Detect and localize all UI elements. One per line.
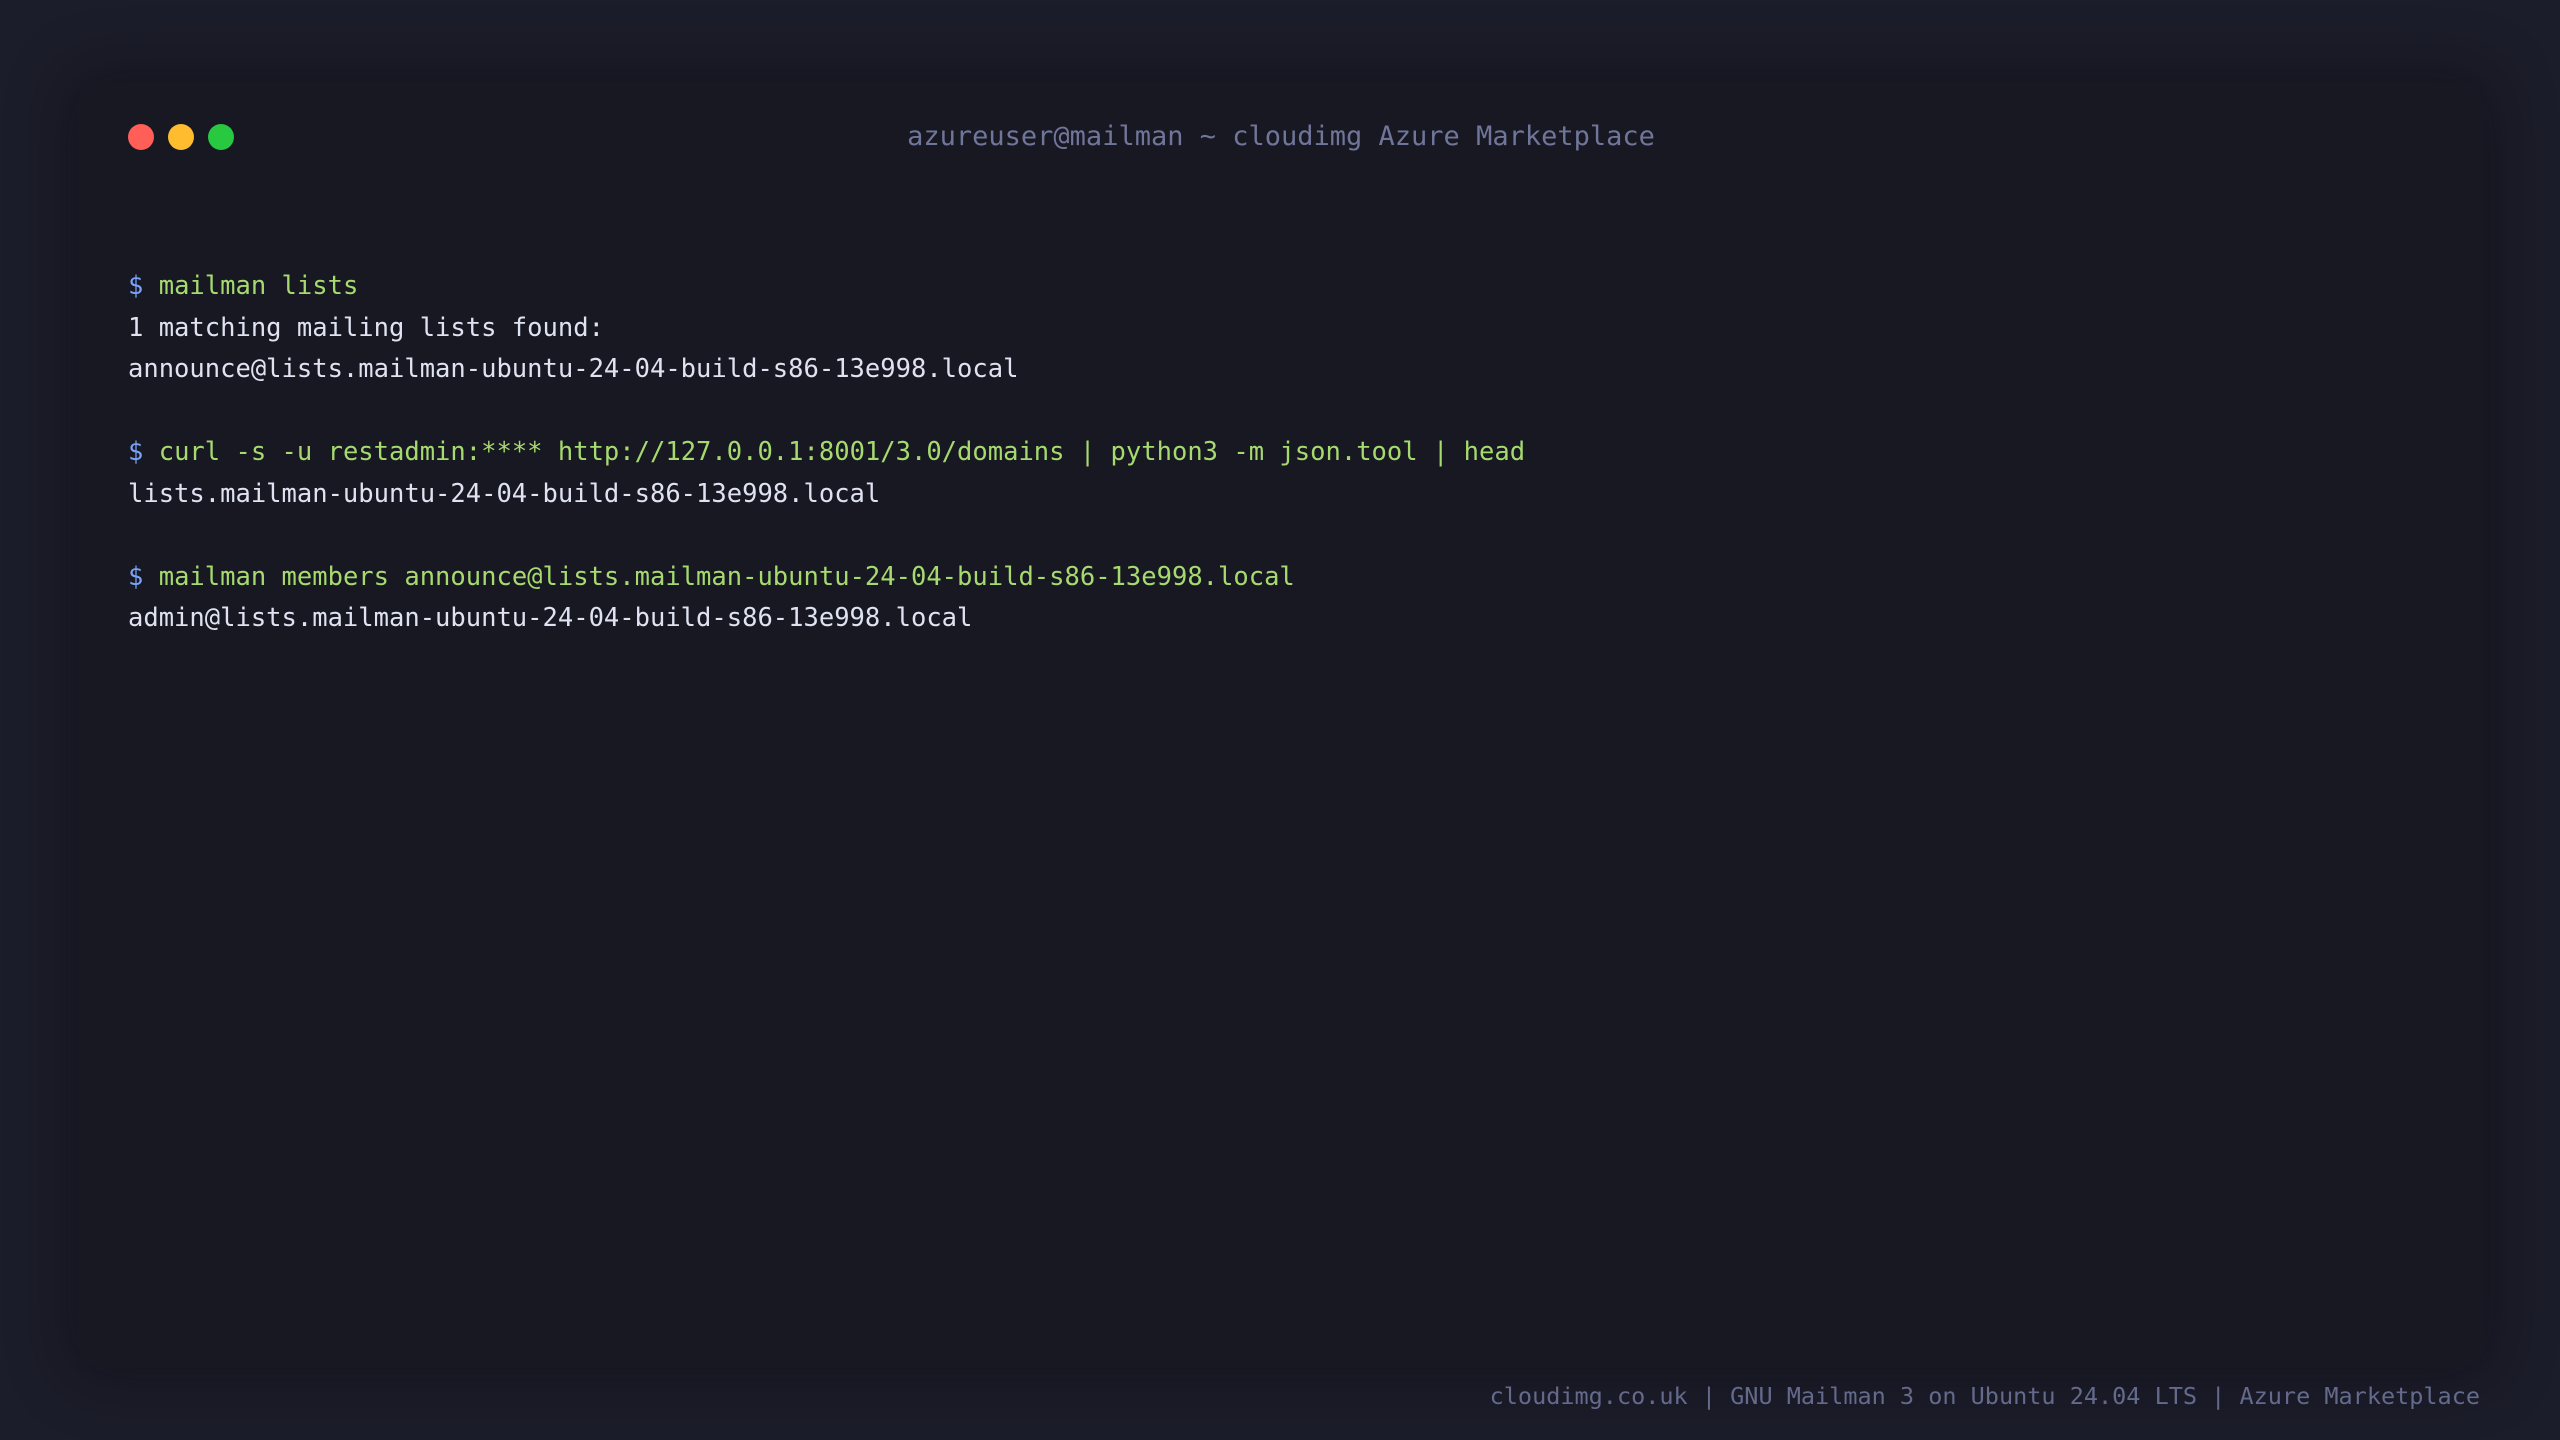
output-line: announce@lists.mailman-ubuntu-24-04-buil… [128, 354, 1019, 384]
terminal-output[interactable]: $ mailman lists 1 matching mailing lists… [128, 266, 2444, 640]
output-line: admin@lists.mailman-ubuntu-24-04-build-s… [128, 603, 973, 633]
output-line: lists.mailman-ubuntu-24-04-build-s86-13e… [128, 478, 881, 509]
footer-caption: cloudimg.co.uk | GNU Mailman 3 on Ubuntu… [1489, 1382, 2480, 1410]
prompt-symbol: $ [128, 271, 144, 301]
prompt-symbol: $ [128, 561, 144, 592]
output-line: 1 matching mailing lists found: [128, 312, 604, 343]
command-text: mailman members announce@lists.mailman-u… [158, 561, 1295, 592]
prompt-symbol: $ [128, 437, 144, 467]
command-text: mailman lists [158, 271, 359, 301]
title-bar: azureuser@mailman ~ cloudimg Azure Marke… [78, 82, 2484, 192]
command-text: curl -s -u restadmin:**** http://127.0.0… [158, 437, 1526, 467]
command-line: $ mailman lists [128, 266, 2444, 308]
window-title: azureuser@mailman ~ cloudimg Azure Marke… [907, 121, 1655, 152]
command-line: $ mailman members announce@lists.mailman… [128, 557, 2444, 599]
command-line: $ curl -s -u restadmin:**** http://127.0… [128, 432, 2444, 474]
terminal-window: azureuser@mailman ~ cloudimg Azure Marke… [78, 82, 2484, 1368]
